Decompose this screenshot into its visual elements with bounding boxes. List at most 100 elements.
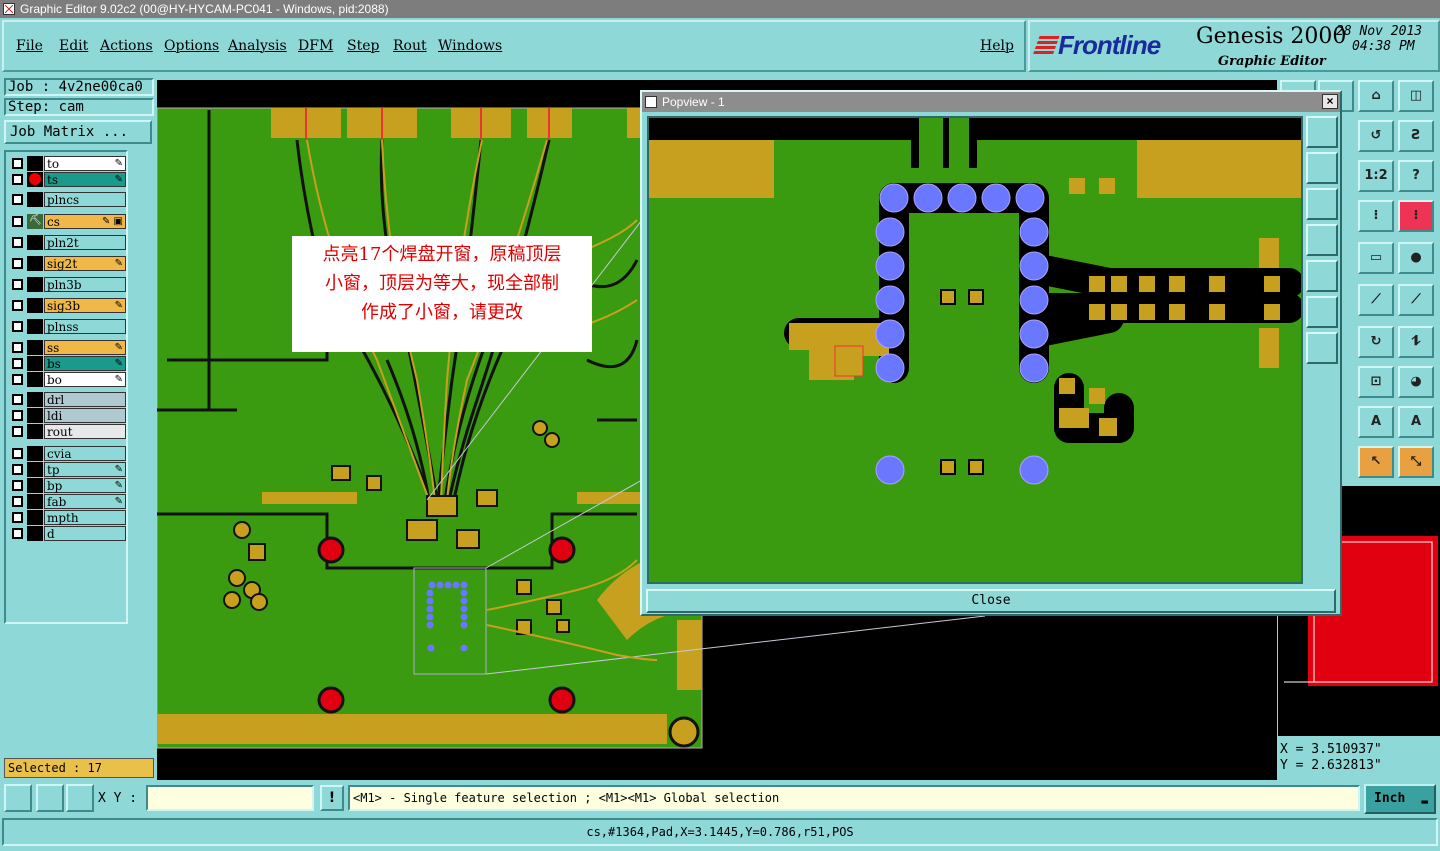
layer-checkbox[interactable] — [12, 216, 23, 227]
layer-name[interactable]: d — [44, 526, 126, 541]
layer-row-ts[interactable]: ts ✎ — [8, 172, 126, 187]
dimension-icon[interactable]: ⊡ — [1358, 366, 1394, 398]
layer-row-mpth[interactable]: mpth — [8, 510, 126, 525]
layer-name[interactable]: sig2t ✎ — [44, 256, 126, 271]
layer-checkbox[interactable] — [12, 279, 23, 290]
select-pointer-icon[interactable]: ↖ — [1358, 446, 1394, 478]
layer-row-pln3b[interactable]: pln3b — [8, 277, 126, 292]
layer-row-sig2t[interactable]: sig2t ✎ — [8, 256, 126, 271]
layer-checkbox[interactable] — [12, 321, 23, 332]
layer-name[interactable]: mpth — [44, 510, 126, 525]
layer-name[interactable]: sig3b ✎ — [44, 298, 126, 313]
menu-options[interactable]: Options — [164, 38, 219, 54]
layer-checkbox[interactable] — [12, 426, 23, 437]
menu-edit[interactable]: Edit — [59, 38, 88, 54]
measure-mode-icon[interactable] — [36, 784, 64, 812]
layer-row-ldi[interactable]: ldi — [8, 408, 126, 423]
layer-name[interactable]: plncs — [44, 192, 126, 207]
menu-dfm[interactable]: DFM — [298, 38, 333, 54]
layer-name[interactable]: tp ✎ — [44, 462, 126, 477]
help-icon[interactable]: ? — [1398, 160, 1434, 192]
menu-windows[interactable]: Windows — [438, 38, 502, 54]
unit-select[interactable]: Inch ▬ — [1364, 784, 1436, 814]
angle-2-icon[interactable]: A — [1398, 406, 1434, 438]
layer-name[interactable]: fab ✎ — [44, 494, 126, 509]
redo-view-icon[interactable]: ↺ — [1358, 120, 1394, 152]
layer-name[interactable]: bo ✎ — [44, 372, 126, 387]
layer-row-to[interactable]: to ✎ — [8, 156, 126, 171]
layer-checkbox[interactable] — [12, 496, 23, 507]
shapes-icon[interactable]: ◕ — [1398, 366, 1434, 398]
layer-row-bo[interactable]: bo ✎ — [8, 372, 126, 387]
layer-checkbox[interactable] — [12, 174, 23, 185]
warning-button[interactable]: ! — [320, 785, 344, 811]
popview-move-icon[interactable] — [1306, 296, 1338, 328]
layer-name[interactable]: cs ✎ ▣ — [44, 214, 126, 229]
home-icon[interactable]: ⌂ — [1358, 80, 1394, 112]
layer-row-d[interactable]: d — [8, 526, 126, 541]
layer-row-drl[interactable]: drl — [8, 392, 126, 407]
layer-checkbox[interactable] — [12, 448, 23, 459]
menu-rout[interactable]: Rout — [393, 38, 427, 54]
layer-checkbox[interactable] — [12, 394, 23, 405]
layer-row-fab[interactable]: fab ✎ — [8, 494, 126, 509]
layer-name[interactable]: cvia — [44, 446, 126, 461]
layer-row-plnss[interactable]: plnss — [8, 319, 126, 334]
layer-name[interactable]: bp ✎ — [44, 478, 126, 493]
menu-help[interactable]: Help — [980, 38, 1014, 54]
job-matrix-button[interactable]: Job Matrix ... — [4, 120, 152, 144]
layer-checkbox[interactable] — [12, 158, 23, 169]
layer-checkbox[interactable] — [12, 194, 23, 205]
popview-window[interactable]: Popview - 1 × Close — [640, 90, 1342, 616]
layer-checkbox[interactable] — [12, 410, 23, 421]
popview-close-button[interactable]: Close — [646, 589, 1336, 613]
layer-color-icon[interactable]: ⁝ — [1398, 200, 1434, 232]
angle-icon[interactable]: A — [1358, 406, 1394, 438]
xy-input[interactable] — [146, 785, 314, 811]
grid-icon[interactable] — [66, 784, 94, 812]
layer-name[interactable]: rout — [44, 424, 126, 439]
popview-close-icon[interactable]: × — [1322, 94, 1338, 109]
layer-row-ss[interactable]: ss ✎ — [8, 340, 126, 355]
popview-canvas[interactable] — [647, 116, 1303, 584]
layer-name[interactable]: pln2t — [44, 235, 126, 250]
pad-icon[interactable]: ● — [1398, 242, 1434, 274]
snap-icon[interactable]: Ƨ — [1398, 120, 1434, 152]
arc-icon[interactable]: ↻ — [1358, 326, 1394, 358]
layer-name[interactable]: pln3b — [44, 277, 126, 292]
layer-row-pln2t[interactable]: pln2t — [8, 235, 126, 250]
layer-name[interactable]: ss ✎ — [44, 340, 126, 355]
menu-actions[interactable]: Actions — [100, 38, 153, 54]
title-bar[interactable]: Graphic Editor 9.02c2 (00@HY-HYCAM-PC041… — [0, 0, 1440, 18]
layer-row-bs[interactable]: bs ✎ — [8, 356, 126, 371]
layer-name[interactable]: plnss — [44, 319, 126, 334]
layer-row-cs[interactable]: ⛏ cs ✎ ▣ — [8, 214, 126, 229]
layer-checkbox[interactable] — [12, 300, 23, 311]
layer-checkbox[interactable] — [12, 480, 23, 491]
layer-checkbox[interactable] — [12, 512, 23, 523]
layer-row-bp[interactable]: bp ✎ — [8, 478, 126, 493]
flip-icon[interactable]: ⥮ — [1398, 326, 1434, 358]
zoom-window-icon[interactable] — [4, 784, 32, 812]
layer-row-sig3b[interactable]: sig3b ✎ — [8, 298, 126, 313]
layer-checkbox[interactable] — [12, 374, 23, 385]
measure-2-icon[interactable]: ⟋ — [1398, 284, 1434, 316]
layer-checkbox[interactable] — [12, 258, 23, 269]
menu-file[interactable]: File — [16, 38, 43, 54]
layer-row-cvia[interactable]: cvia — [8, 446, 126, 461]
popview-zoom-out-icon[interactable] — [1306, 188, 1338, 220]
layer-checkbox[interactable] — [12, 528, 23, 539]
layer-name[interactable]: ldi — [44, 408, 126, 423]
layer-display-icon[interactable]: ⁝ — [1358, 200, 1394, 232]
split-view-icon[interactable]: ◫ — [1398, 80, 1434, 112]
layer-row-plncs[interactable]: plncs — [8, 192, 126, 207]
menu-step[interactable]: Step — [347, 38, 379, 54]
layer-name[interactable]: drl — [44, 392, 126, 407]
layer-row-tp[interactable]: tp ✎ — [8, 462, 126, 477]
layer-checkbox[interactable] — [12, 358, 23, 369]
popview-pan-right-icon[interactable] — [1306, 260, 1338, 292]
popview-center-icon[interactable] — [1306, 332, 1338, 364]
layer-checkbox[interactable] — [12, 237, 23, 248]
layer-row-rout[interactable]: rout — [8, 424, 126, 439]
layer-name[interactable]: to ✎ — [44, 156, 126, 171]
